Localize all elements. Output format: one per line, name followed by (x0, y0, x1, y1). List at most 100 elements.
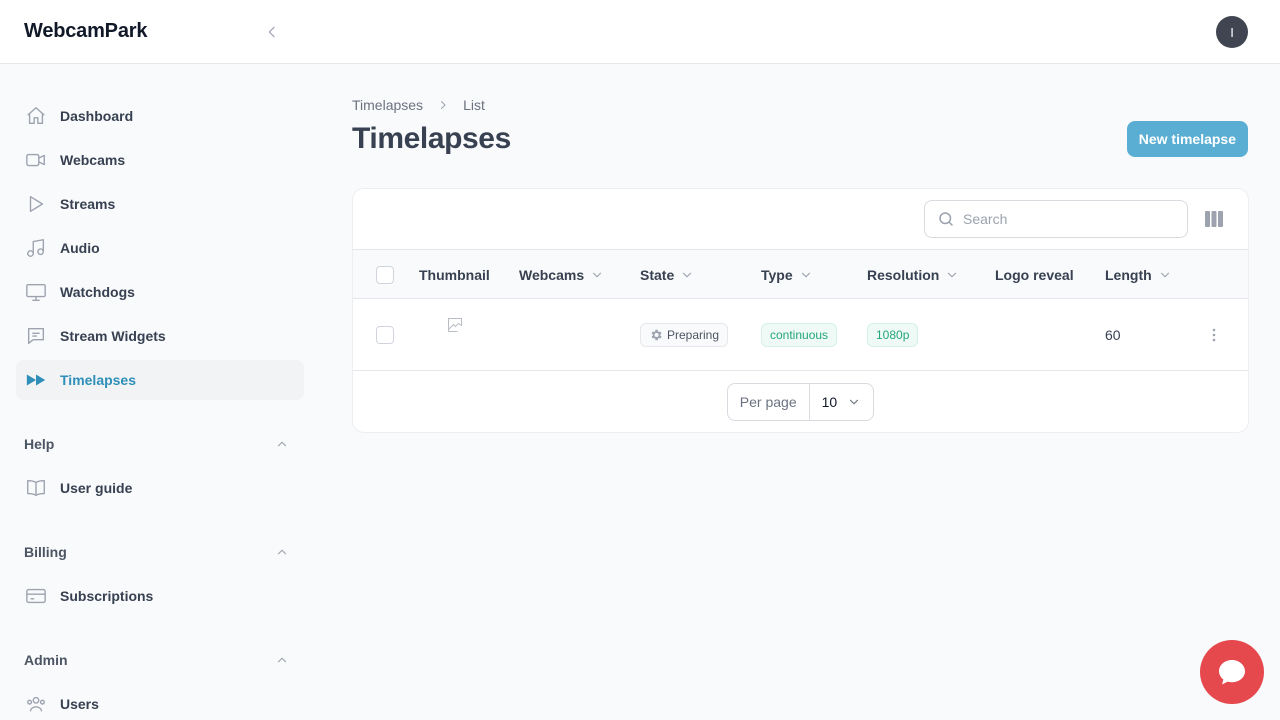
per-page-dropdown[interactable]: 10 (810, 384, 874, 420)
group-title: Help (24, 436, 55, 452)
sidebar-item-label: Audio (60, 240, 100, 256)
sidebar-item-users[interactable]: Users (16, 684, 304, 720)
sidebar-item-webcams[interactable]: Webcams (16, 140, 304, 180)
column-label: Resolution (867, 266, 940, 283)
chevron-down-icon[interactable] (680, 268, 694, 282)
chat-widget-button[interactable] (1200, 640, 1264, 704)
home-icon (24, 104, 48, 128)
credit-card-icon (24, 584, 48, 608)
sidebar-item-watchdogs[interactable]: Watchdogs (16, 272, 304, 312)
broken-image-icon (448, 318, 462, 332)
chevron-down-icon (847, 395, 861, 409)
group-help[interactable]: Help (16, 424, 304, 464)
more-vertical-icon (1212, 328, 1216, 342)
sidebar-nav: Dashboard Webcams Streams Audio Watchdog… (0, 64, 320, 720)
topbar: I (320, 0, 1280, 64)
column-label: Length (1105, 266, 1152, 283)
sidebar-item-streams[interactable]: Streams (16, 184, 304, 224)
group-title: Billing (24, 544, 67, 560)
chat-bubble-icon (24, 324, 48, 348)
select-all-checkbox[interactable] (376, 265, 394, 284)
columns-icon (1205, 211, 1223, 227)
length-value: 60 (1105, 327, 1121, 343)
column-label: Type (761, 266, 793, 283)
sidebar-item-label: Webcams (60, 152, 126, 168)
chevron-up-icon (272, 434, 292, 454)
row-actions-button[interactable] (1206, 327, 1222, 343)
per-page-label: Per page (728, 383, 810, 420)
column-logo-reveal: Logo reveal (995, 250, 1074, 299)
user-avatar[interactable]: I (1216, 16, 1248, 48)
chevron-down-icon[interactable] (1158, 268, 1172, 282)
column-label: Webcams (519, 266, 585, 283)
play-icon (24, 192, 48, 216)
brand-logo[interactable]: WebcamPark (24, 20, 147, 43)
group-billing[interactable]: Billing (16, 532, 304, 572)
resolution-badge: 1080p (867, 323, 919, 347)
type-badge: continuous (761, 323, 838, 347)
sidebar-item-label: Watchdogs (60, 284, 135, 300)
thumbnail-cell (447, 299, 463, 371)
sidebar-item-user-guide[interactable]: User guide (16, 468, 304, 508)
chevron-down-icon[interactable] (590, 268, 604, 282)
column-type[interactable]: Type (761, 250, 813, 299)
state-cell: Preparing (640, 299, 729, 371)
sidebar: WebcamPark Dashboard Webcams Streams Aud… (0, 0, 320, 720)
sidebar-item-dashboard[interactable]: Dashboard (16, 96, 304, 136)
column-state[interactable]: State (640, 250, 694, 299)
group-admin[interactable]: Admin (16, 640, 304, 680)
sidebar-item-audio[interactable]: Audio (16, 228, 304, 268)
length-cell: 60 (1105, 299, 1121, 371)
column-label: State (640, 266, 675, 283)
group-title: Admin (24, 652, 68, 668)
column-resolution[interactable]: Resolution (867, 250, 959, 299)
state-label: Preparing (667, 328, 720, 342)
new-timelapse-button[interactable]: New timelapse (1126, 121, 1248, 157)
sidebar-header: WebcamPark (0, 0, 320, 64)
video-camera-icon (24, 148, 48, 172)
column-webcams[interactable]: Webcams (519, 250, 604, 299)
sidebar-item-stream-widgets[interactable]: Stream Widgets (16, 316, 304, 356)
per-page-value: 10 (821, 393, 838, 410)
page-title: Timelapses (352, 122, 511, 155)
table-row[interactable]: Preparing continuous 1080p 60 (353, 299, 1248, 371)
sidebar-item-timelapses[interactable]: Timelapses (16, 360, 304, 400)
breadcrumb-item-list: List (463, 97, 485, 113)
main-content: Timelapses List Timelapses New timelapse… (352, 64, 1249, 433)
per-page-select[interactable]: Per page 10 (726, 382, 875, 421)
resolution-cell: 1080p (867, 299, 919, 371)
state-badge: Preparing (640, 323, 729, 347)
collapse-sidebar-button[interactable] (260, 20, 284, 44)
monitor-icon (24, 280, 48, 304)
search-box[interactable] (924, 200, 1188, 238)
sidebar-item-label: User guide (60, 480, 133, 496)
search-icon (939, 212, 953, 226)
table-toolbar (353, 189, 1248, 250)
book-icon (24, 476, 48, 500)
sidebar-item-label: Dashboard (60, 108, 134, 124)
chevron-down-icon[interactable] (945, 268, 959, 282)
page-header: Timelapses New timelapse (352, 121, 1248, 157)
column-label: Logo reveal (995, 266, 1074, 283)
column-label: Thumbnail (419, 266, 490, 283)
chevron-right-icon (437, 99, 449, 111)
users-icon (24, 692, 48, 716)
breadcrumb: Timelapses List (352, 97, 1248, 113)
pagination: Per page 10 (353, 371, 1248, 432)
row-select-cell (376, 299, 394, 371)
select-all-cell (376, 250, 394, 299)
sidebar-item-label: Subscriptions (60, 588, 154, 604)
search-input[interactable] (963, 211, 1163, 227)
row-checkbox[interactable] (376, 326, 394, 344)
cog-icon (649, 328, 663, 342)
column-toggle-button[interactable] (1204, 209, 1224, 229)
breadcrumb-item-timelapses[interactable]: Timelapses (352, 97, 423, 113)
column-length[interactable]: Length (1105, 250, 1172, 299)
fast-forward-icon (24, 368, 48, 392)
column-thumbnail: Thumbnail (419, 250, 490, 299)
sidebar-item-subscriptions[interactable]: Subscriptions (16, 576, 304, 616)
chevron-down-icon[interactable] (799, 268, 813, 282)
sidebar-item-label: Timelapses (60, 372, 137, 388)
sidebar-item-label: Users (60, 696, 99, 712)
sidebar-item-label: Stream Widgets (60, 328, 166, 344)
